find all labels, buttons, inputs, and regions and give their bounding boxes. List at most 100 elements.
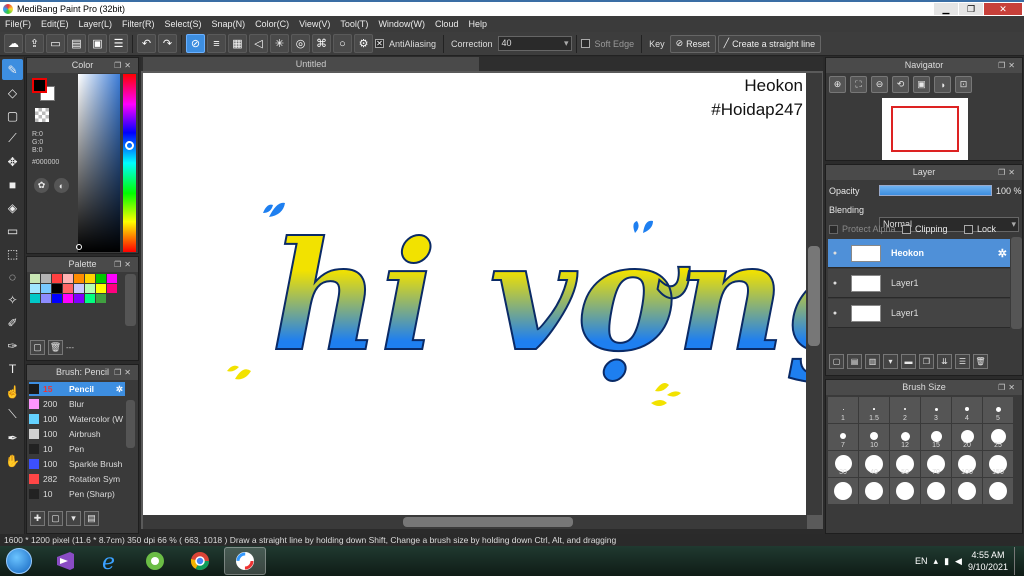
snap-parallel-icon[interactable]: ≡ xyxy=(207,34,226,53)
new-palette-icon[interactable]: ▢ xyxy=(30,340,45,355)
snap-perspective-icon[interactable]: ◁ xyxy=(249,34,268,53)
layer-scrollbar[interactable] xyxy=(1011,237,1022,329)
menu-select[interactable]: Select(S) xyxy=(160,19,207,29)
lock-checkbox[interactable] xyxy=(964,224,973,234)
palette-swatch[interactable] xyxy=(52,274,62,283)
antialiasing-checkbox[interactable]: ✕ xyxy=(375,39,384,48)
rotate-icon[interactable]: ⟲ xyxy=(892,76,909,93)
color-wheel-icon[interactable]: ✿ xyxy=(34,178,49,193)
bucket-tool-icon[interactable]: ◈ xyxy=(2,197,23,218)
brush-size-option[interactable] xyxy=(952,478,982,504)
sv-marker[interactable] xyxy=(76,244,82,250)
foreground-color-swatch[interactable] xyxy=(32,78,47,93)
soft-edge-checkbox[interactable] xyxy=(580,39,590,48)
menu-view[interactable]: View(V) xyxy=(294,19,335,29)
reset-view-icon[interactable]: ⊡ xyxy=(955,76,972,93)
protect-alpha-checkbox[interactable] xyxy=(829,224,838,234)
brush-scroll-thumb[interactable] xyxy=(126,400,135,448)
hue-marker[interactable] xyxy=(125,141,134,150)
menu-help[interactable]: Help xyxy=(463,19,492,29)
brush-item[interactable]: 100 Airbrush xyxy=(29,427,125,441)
menu-snap[interactable]: Snap(N) xyxy=(207,19,251,29)
navigator-thumbnail[interactable] xyxy=(882,98,968,160)
brush-item[interactable]: 10 Pen xyxy=(29,442,125,456)
palette-swatch[interactable] xyxy=(74,294,84,303)
palette-swatch[interactable] xyxy=(30,274,40,283)
brush-item[interactable]: 10 Pen (Sharp) xyxy=(29,487,125,501)
eyedropper-tool-icon[interactable]: ✒ xyxy=(2,427,23,448)
snap-concentric-icon[interactable]: ◎ xyxy=(291,34,310,53)
palette-swatch[interactable] xyxy=(85,274,95,283)
brush-scrollbar[interactable] xyxy=(125,382,136,502)
brush-item[interactable]: 282 Rotation Sym xyxy=(29,472,125,486)
straight-line-button[interactable]: ╱ Create a straight line xyxy=(717,34,822,53)
save-icon[interactable]: ▣ xyxy=(88,34,107,53)
tray-arrow-icon[interactable]: ▴ xyxy=(934,556,939,567)
lasso-tool-icon[interactable]: ◌ xyxy=(2,266,23,287)
rectangle-tool-icon[interactable]: ▢ xyxy=(2,105,23,126)
add-layer-menu-icon[interactable]: ▾ xyxy=(883,354,898,369)
gear-icon[interactable]: ✲ xyxy=(116,384,123,395)
brush-size-option[interactable]: 70 xyxy=(921,451,951,477)
palette-swatch[interactable] xyxy=(74,274,84,283)
palette-swatch[interactable] xyxy=(52,284,62,293)
operation-tool-icon[interactable]: ☝ xyxy=(2,381,23,402)
visibility-icon[interactable]: ● xyxy=(828,280,842,287)
palette-swatch[interactable] xyxy=(30,294,40,303)
brush-size-option[interactable]: 1.5 xyxy=(859,397,889,423)
text-tool-icon[interactable]: T xyxy=(2,358,23,379)
snap-curve-icon[interactable]: ⌘ xyxy=(312,34,331,53)
palette-swatch[interactable] xyxy=(107,274,117,283)
new-brush-icon[interactable]: ▢ xyxy=(48,511,63,526)
new-8bit-layer-icon[interactable]: ▥ xyxy=(865,354,880,369)
redo-icon[interactable]: ↷ xyxy=(158,34,177,53)
delete-layer-icon[interactable]: 🗑 xyxy=(973,354,988,369)
vertical-scroll-thumb[interactable] xyxy=(808,246,820,346)
maximize-button[interactable]: ❐ xyxy=(959,3,983,15)
layer-row[interactable]: ● Heokon ✲ xyxy=(828,239,1010,268)
zoom-out-icon[interactable]: ⊖ xyxy=(871,76,888,93)
eraser-tool-icon[interactable]: ◇ xyxy=(2,82,23,103)
brush-size-option[interactable] xyxy=(921,478,951,504)
canvas-horizontal-scrollbar[interactable] xyxy=(143,515,807,529)
menu-tool[interactable]: Tool(T) xyxy=(335,19,373,29)
show-desktop-button[interactable] xyxy=(1014,547,1020,575)
panel-controls-icon[interactable]: ❐✕ xyxy=(998,165,1018,180)
brush-item[interactable]: 100 Watercolor (W xyxy=(29,412,125,426)
select-pen-tool-icon[interactable]: ✐ xyxy=(2,312,23,333)
volume-icon[interactable]: ◀ xyxy=(955,556,962,567)
network-icon[interactable]: ▮ xyxy=(944,556,949,567)
menu-layer[interactable]: Layer(L) xyxy=(74,19,118,29)
hue-slider[interactable] xyxy=(123,74,136,252)
select-tool-icon[interactable]: ⬚ xyxy=(2,243,23,264)
brush-size-option[interactable]: 5 xyxy=(983,397,1013,423)
language-indicator[interactable]: EN xyxy=(915,556,928,566)
dot-tool-icon[interactable]: ⟋ xyxy=(2,128,23,149)
palette-swatch[interactable] xyxy=(30,284,40,293)
palette-scrollbar[interactable] xyxy=(125,274,136,326)
fill-rect-tool-icon[interactable]: ■ xyxy=(2,174,23,195)
internet-explorer-taskbar-icon[interactable]: e xyxy=(89,547,131,575)
brush-size-option[interactable]: 15 xyxy=(921,424,951,450)
gradient-tool-icon[interactable]: ▭ xyxy=(2,220,23,241)
palette-swatch[interactable] xyxy=(85,284,95,293)
snap-radial-icon[interactable]: ✳ xyxy=(270,34,289,53)
visibility-icon[interactable]: ● xyxy=(828,310,842,317)
brush-size-option[interactable] xyxy=(828,478,858,504)
layer-row[interactable]: ● Layer1 xyxy=(828,269,1010,298)
snap-circle-icon[interactable]: ○ xyxy=(333,34,352,53)
reset-button[interactable]: ⊘ Reset xyxy=(669,34,716,53)
protect-alpha-option[interactable]: Protect Alpha xyxy=(829,224,896,234)
brush-size-option[interactable]: 10 xyxy=(859,424,889,450)
brush-size-option[interactable]: 1 xyxy=(828,397,858,423)
minimize-button[interactable]: ▁ xyxy=(934,3,958,15)
panel-controls-icon[interactable]: ❐✕ xyxy=(998,380,1018,395)
duplicate-layer-icon[interactable]: ❐ xyxy=(919,354,934,369)
brush-size-option[interactable] xyxy=(890,478,920,504)
palette-swatch[interactable] xyxy=(96,284,106,293)
fit-icon[interactable]: ⛶ xyxy=(850,76,867,93)
saturation-value-picker[interactable] xyxy=(78,74,120,252)
delete-palette-icon[interactable]: 🗑 xyxy=(48,340,63,355)
panel-controls-icon[interactable]: ❐✕ xyxy=(114,58,134,73)
chat-icon[interactable]: ▭ xyxy=(46,34,65,53)
